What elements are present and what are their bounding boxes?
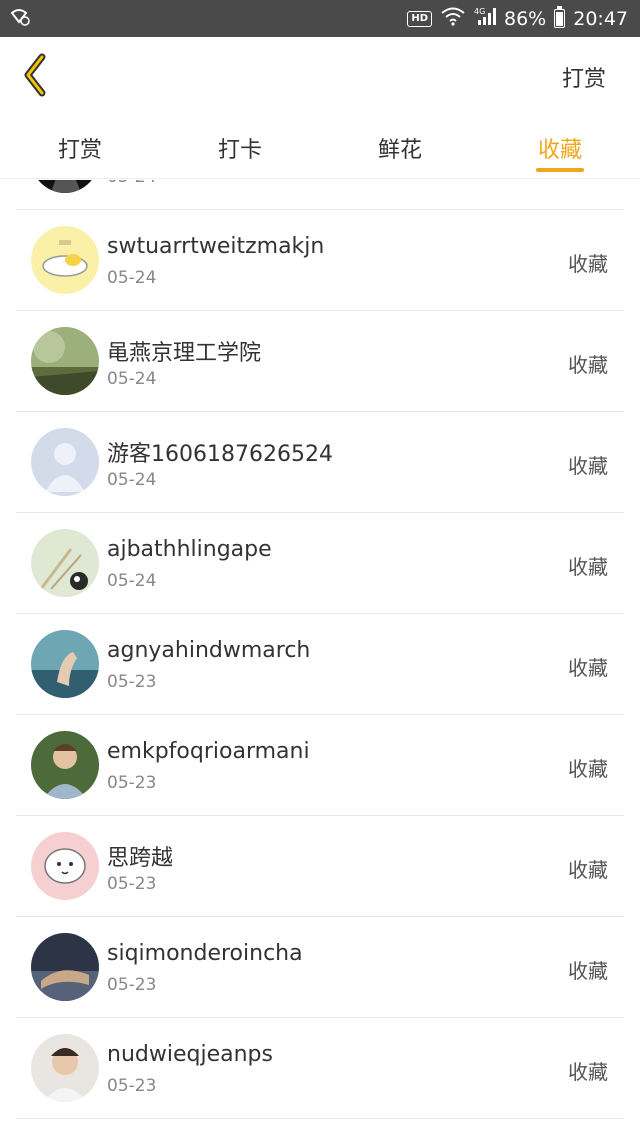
- signal-icon: 4G: [474, 6, 496, 31]
- list-item[interactable]: 黾燕京理工学院 05-24 收藏: [16, 311, 624, 412]
- avatar: [31, 529, 99, 597]
- item-date: 05-24: [107, 180, 156, 187]
- list-content: 05-24 收藏 swtuarrtweitzmakjn 05-24 收藏 黾燕京…: [0, 180, 640, 1119]
- back-button[interactable]: [20, 53, 60, 97]
- user-name: siqimonderoincha: [107, 941, 303, 966]
- tab-favorites[interactable]: 收藏: [480, 115, 640, 178]
- nav-bar: 打赏: [0, 37, 640, 115]
- item-date: 05-23: [107, 975, 157, 995]
- avatar: [31, 933, 99, 1001]
- battery-icon: [554, 6, 566, 28]
- item-action-label: 收藏: [568, 454, 608, 478]
- tab-label: 收藏: [537, 138, 582, 163]
- item-date: 05-23: [107, 874, 157, 894]
- user-name: nudwieqjeanps: [107, 1042, 273, 1067]
- avatar: [31, 630, 99, 698]
- item-date: 05-23: [107, 672, 157, 692]
- status-time: 20:47: [573, 7, 628, 30]
- tab-flowers[interactable]: 鲜花: [320, 115, 480, 178]
- tab-checkin[interactable]: 打卡: [160, 115, 320, 178]
- item-action-label: 收藏: [568, 252, 608, 276]
- item-action-label: 收藏: [568, 959, 608, 983]
- tab-label: 打卡: [217, 138, 262, 163]
- list-item[interactable]: siqimonderoincha 05-23 收藏: [16, 917, 624, 1018]
- item-date: 05-24: [107, 470, 157, 490]
- user-name: 游客1606187626524: [107, 442, 333, 467]
- avatar: [31, 180, 99, 193]
- avatar: [31, 1034, 99, 1102]
- list-item[interactable]: 思跨越 05-23 收藏: [16, 816, 624, 917]
- item-action-label: 收藏: [568, 858, 608, 882]
- list-item[interactable]: 游客1606187626524 05-24 收藏: [16, 412, 624, 513]
- list-item[interactable]: agnyahindwmarch 05-23 收藏: [16, 614, 624, 715]
- hd-badge: HD: [407, 10, 432, 27]
- active-tab-indicator: [536, 168, 584, 172]
- reward-action-button[interactable]: 打赏: [562, 61, 606, 93]
- avatar: [31, 327, 99, 395]
- item-action-label: 收藏: [568, 656, 608, 680]
- network-type-label: 4G: [474, 7, 485, 16]
- avatar: [31, 731, 99, 799]
- user-name: 思跨越: [107, 846, 174, 871]
- user-name: ajbathhlingape: [107, 537, 272, 562]
- item-action-label: 收藏: [568, 555, 608, 579]
- list-item[interactable]: ajbathhlingape 05-24 收藏: [16, 513, 624, 614]
- item-date: 05-24: [107, 268, 157, 288]
- status-right: HD 4G 86% 20:47: [407, 6, 628, 31]
- item-action-label: 收藏: [568, 353, 608, 377]
- user-name: 黾燕京理工学院: [107, 341, 262, 366]
- item-date: 05-23: [107, 1076, 157, 1096]
- status-bar: HD 4G 86% 20:47: [0, 0, 640, 37]
- tab-bar: 打赏 打卡 鲜花 收藏: [0, 115, 640, 179]
- item-action-label: 收藏: [568, 1060, 608, 1084]
- location-shield-icon: [10, 7, 32, 31]
- avatar: [31, 428, 99, 496]
- favorites-list[interactable]: 05-24 收藏 swtuarrtweitzmakjn 05-24 收藏 黾燕京…: [0, 180, 640, 1138]
- list-item[interactable]: emkpfoqrioarmani 05-23 收藏: [16, 715, 624, 816]
- tab-reward[interactable]: 打赏: [0, 115, 160, 178]
- battery-percent: 86%: [504, 7, 547, 30]
- user-name: swtuarrtweitzmakjn: [107, 234, 325, 259]
- tab-label: 鲜花: [377, 138, 422, 163]
- avatar: [31, 226, 99, 294]
- list-item[interactable]: swtuarrtweitzmakjn 05-24 收藏: [16, 210, 624, 311]
- chevron-left-icon: [20, 53, 60, 101]
- wifi-icon: [440, 6, 466, 31]
- list-item[interactable]: nudwieqjeanps 05-23 收藏: [16, 1018, 624, 1119]
- item-date: 05-24: [107, 369, 157, 389]
- user-name: agnyahindwmarch: [107, 638, 311, 663]
- avatar: [31, 832, 99, 900]
- item-action-label: 收藏: [568, 757, 608, 781]
- tab-label: 打赏: [57, 138, 102, 163]
- status-left: [10, 7, 32, 31]
- item-date: 05-23: [107, 773, 157, 793]
- item-date: 05-24: [107, 571, 157, 591]
- user-name: emkpfoqrioarmani: [107, 739, 310, 764]
- list-item[interactable]: 05-24 收藏: [16, 180, 624, 210]
